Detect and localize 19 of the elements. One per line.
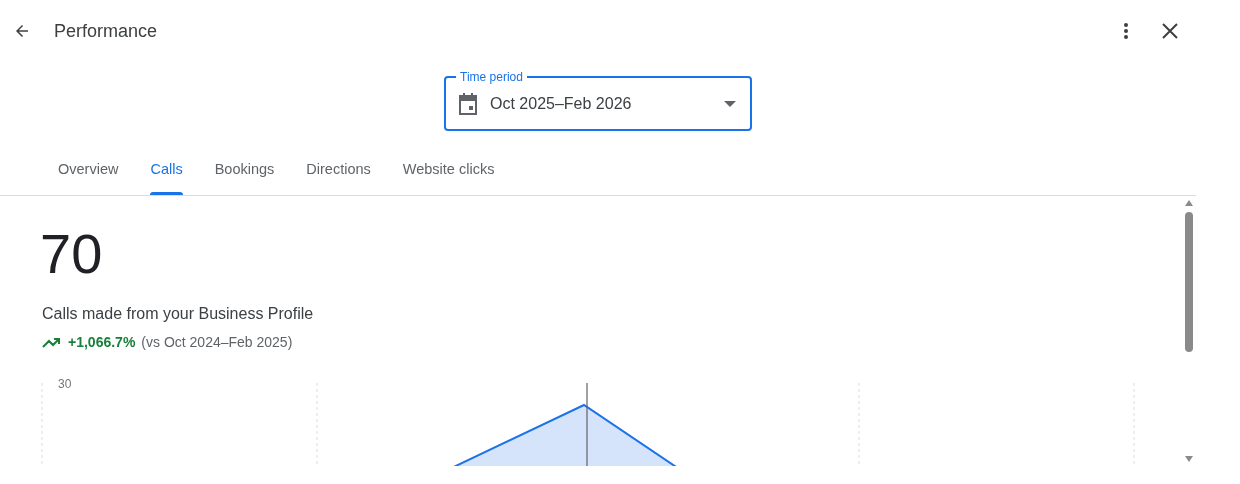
metric-value: 70 — [40, 226, 104, 282]
trending-up-icon — [42, 337, 60, 348]
tab[interactable]: Overview — [42, 144, 135, 195]
tab[interactable]: Calls — [134, 144, 199, 195]
tab[interactable]: Directions — [290, 144, 387, 195]
metric-description: Calls made from your Business Profile — [42, 304, 315, 324]
time-period-value: Oct 2025–Feb 2026 — [490, 93, 632, 114]
calendar-icon — [458, 92, 478, 115]
more-vertical-icon — [1123, 22, 1129, 40]
axis-tick-label: 30 — [58, 376, 72, 393]
tab[interactable]: Bookings — [198, 144, 291, 195]
dropdown-caret-icon — [724, 100, 736, 107]
close-icon — [1162, 23, 1178, 39]
comparison-period: (vs Oct 2024–Feb 2025) — [141, 333, 293, 352]
close-button[interactable] — [1160, 21, 1180, 41]
change-percentage: +1,066.7% — [68, 333, 136, 352]
field-label: Time period — [456, 69, 527, 85]
tab[interactable]: Website clicks — [386, 144, 511, 195]
page-title: Performance — [54, 19, 158, 43]
